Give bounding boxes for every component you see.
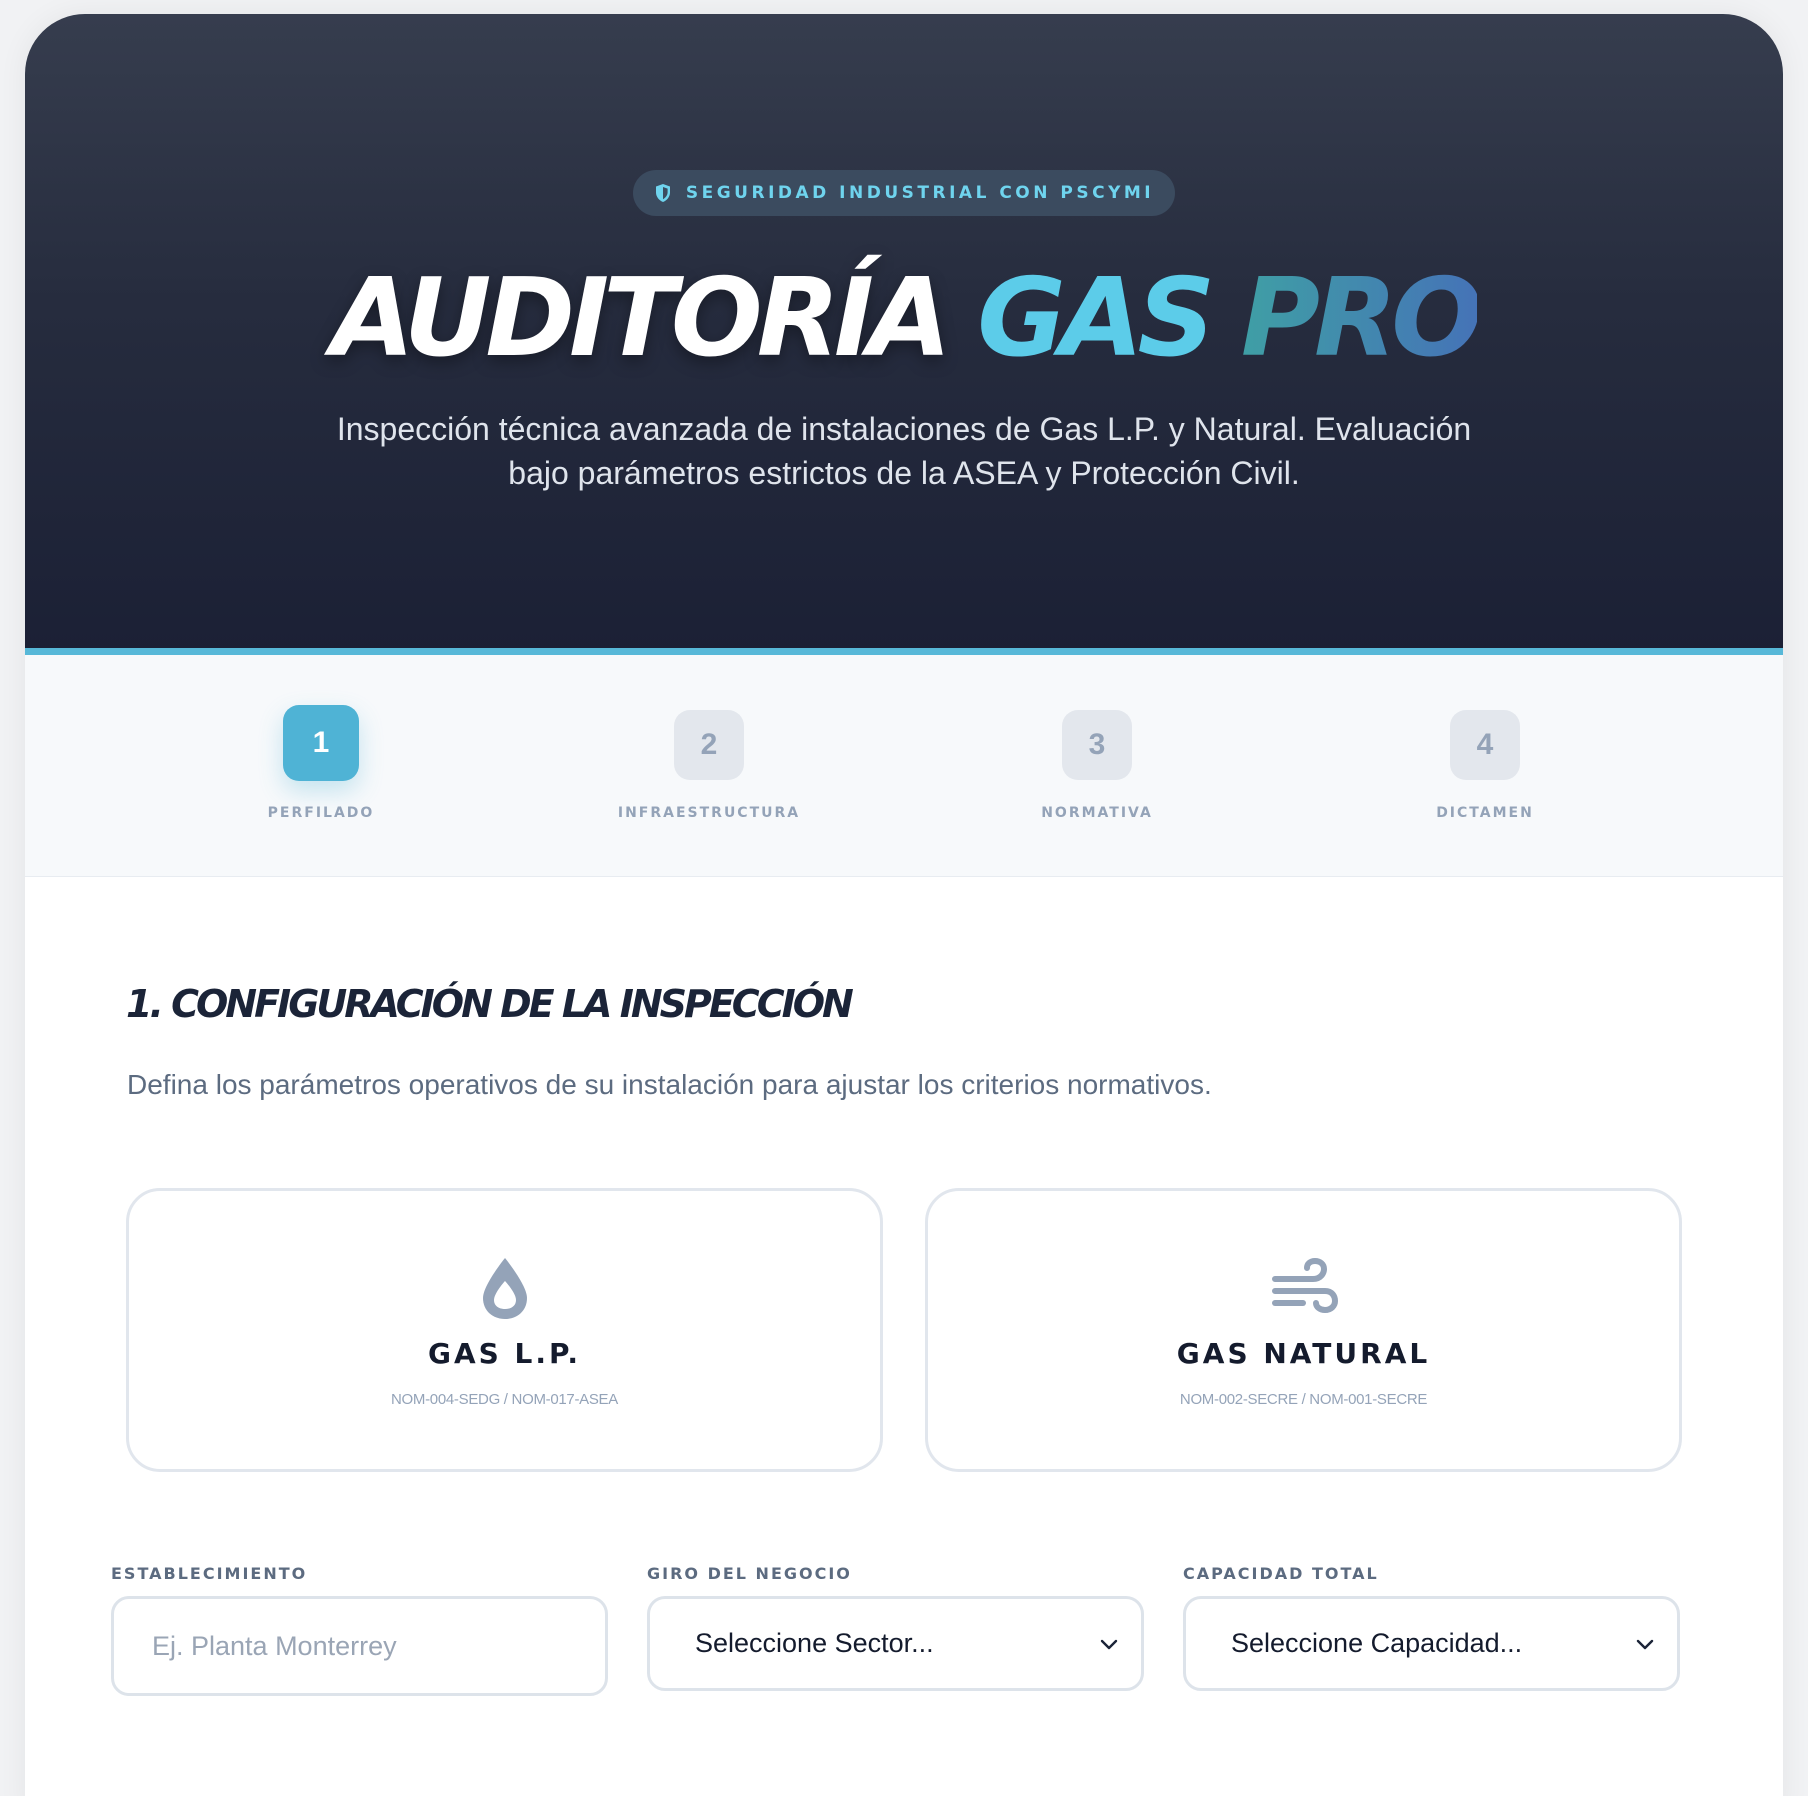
title-auditoria: AUDITORÍA bbox=[330, 256, 952, 381]
chevron-down-icon bbox=[1636, 1639, 1654, 1649]
hero-header: SEGURIDAD INDUSTRIAL CON PSCYMI AUDITORÍ… bbox=[25, 14, 1783, 656]
gas-option-name: GAS NATURAL bbox=[1176, 1337, 1431, 1370]
gas-option-name: GAS L.P. bbox=[427, 1337, 582, 1370]
step-label: INFRAESTRUCTURA bbox=[617, 805, 801, 821]
giro-select[interactable]: Seleccione Sector... bbox=[647, 1596, 1144, 1691]
giro-selected-value: Seleccione Sector... bbox=[695, 1628, 934, 1658]
step-label: DICTAMEN bbox=[1436, 805, 1534, 821]
step-normativa[interactable]: 3 NORMATIVA bbox=[947, 655, 1247, 877]
gas-natural-option[interactable]: GAS NATURAL NOM-002-SECRE / NOM-001-SECR… bbox=[925, 1188, 1682, 1472]
step-number: 1 bbox=[283, 705, 359, 781]
step-number: 2 bbox=[674, 710, 744, 780]
gas-option-norms: NOM-002-SECRE / NOM-001-SECRE bbox=[1179, 1391, 1428, 1408]
chevron-down-icon bbox=[1100, 1639, 1118, 1649]
step-number: 3 bbox=[1062, 710, 1132, 780]
gas-option-norms: NOM-004-SEDG / NOM-017-ASEA bbox=[391, 1391, 618, 1408]
gas-lp-option[interactable]: GAS L.P. NOM-004-SEDG / NOM-017-ASEA bbox=[126, 1188, 883, 1472]
title-pro: PRO bbox=[1240, 256, 1483, 381]
hero-accent-line bbox=[25, 648, 1783, 655]
capacidad-selected-value: Seleccione Capacidad... bbox=[1231, 1628, 1523, 1658]
step-perfilado[interactable]: 1 PERFILADO bbox=[171, 655, 471, 877]
section-description: Defina los parámetros operativos de su i… bbox=[127, 1069, 1212, 1100]
badge-text: SEGURIDAD INDUSTRIAL CON PSCYMI bbox=[685, 183, 1155, 203]
giro-label: GIRO DEL NEGOCIO bbox=[647, 1564, 852, 1583]
droplet-icon bbox=[482, 1258, 527, 1319]
step-number: 4 bbox=[1450, 710, 1520, 780]
capacidad-label: CAPACIDAD TOTAL bbox=[1183, 1564, 1379, 1583]
capacidad-select[interactable]: Seleccione Capacidad... bbox=[1183, 1596, 1680, 1691]
security-badge: SEGURIDAD INDUSTRIAL CON PSCYMI bbox=[633, 170, 1175, 216]
establecimiento-label: ESTABLECIMIENTO bbox=[111, 1564, 308, 1583]
title-gas: GAS bbox=[977, 256, 1215, 381]
shield-icon bbox=[655, 184, 670, 202]
hero-subtitle-line1: Inspección técnica avanzada de instalaci… bbox=[336, 411, 1472, 447]
audit-card: SEGURIDAD INDUSTRIAL CON PSCYMI AUDITORÍ… bbox=[25, 14, 1783, 1796]
wind-icon bbox=[1271, 1257, 1338, 1314]
establecimiento-input[interactable] bbox=[114, 1599, 605, 1693]
step-label: PERFILADO bbox=[267, 805, 375, 821]
step-label: NORMATIVA bbox=[1041, 805, 1153, 821]
hero-subtitle-line2: bajo parámetros estrictos de la ASEA y P… bbox=[508, 455, 1300, 491]
section-title: 1. CONFIGURACIÓN DE LA INSPECCIÓN bbox=[126, 982, 854, 1026]
progress-stepper: 1 PERFILADO 2 INFRAESTRUCTURA 3 NORMATIV… bbox=[25, 655, 1783, 877]
step-dictamen[interactable]: 4 DICTAMEN bbox=[1335, 655, 1635, 877]
establecimiento-field bbox=[111, 1596, 608, 1696]
hero-title: AUDITORÍA GAS PRO bbox=[25, 264, 1783, 374]
hero-subtitle: Inspección técnica avanzada de instalaci… bbox=[265, 407, 1543, 495]
step-infraestructura[interactable]: 2 INFRAESTRUCTURA bbox=[559, 655, 859, 877]
